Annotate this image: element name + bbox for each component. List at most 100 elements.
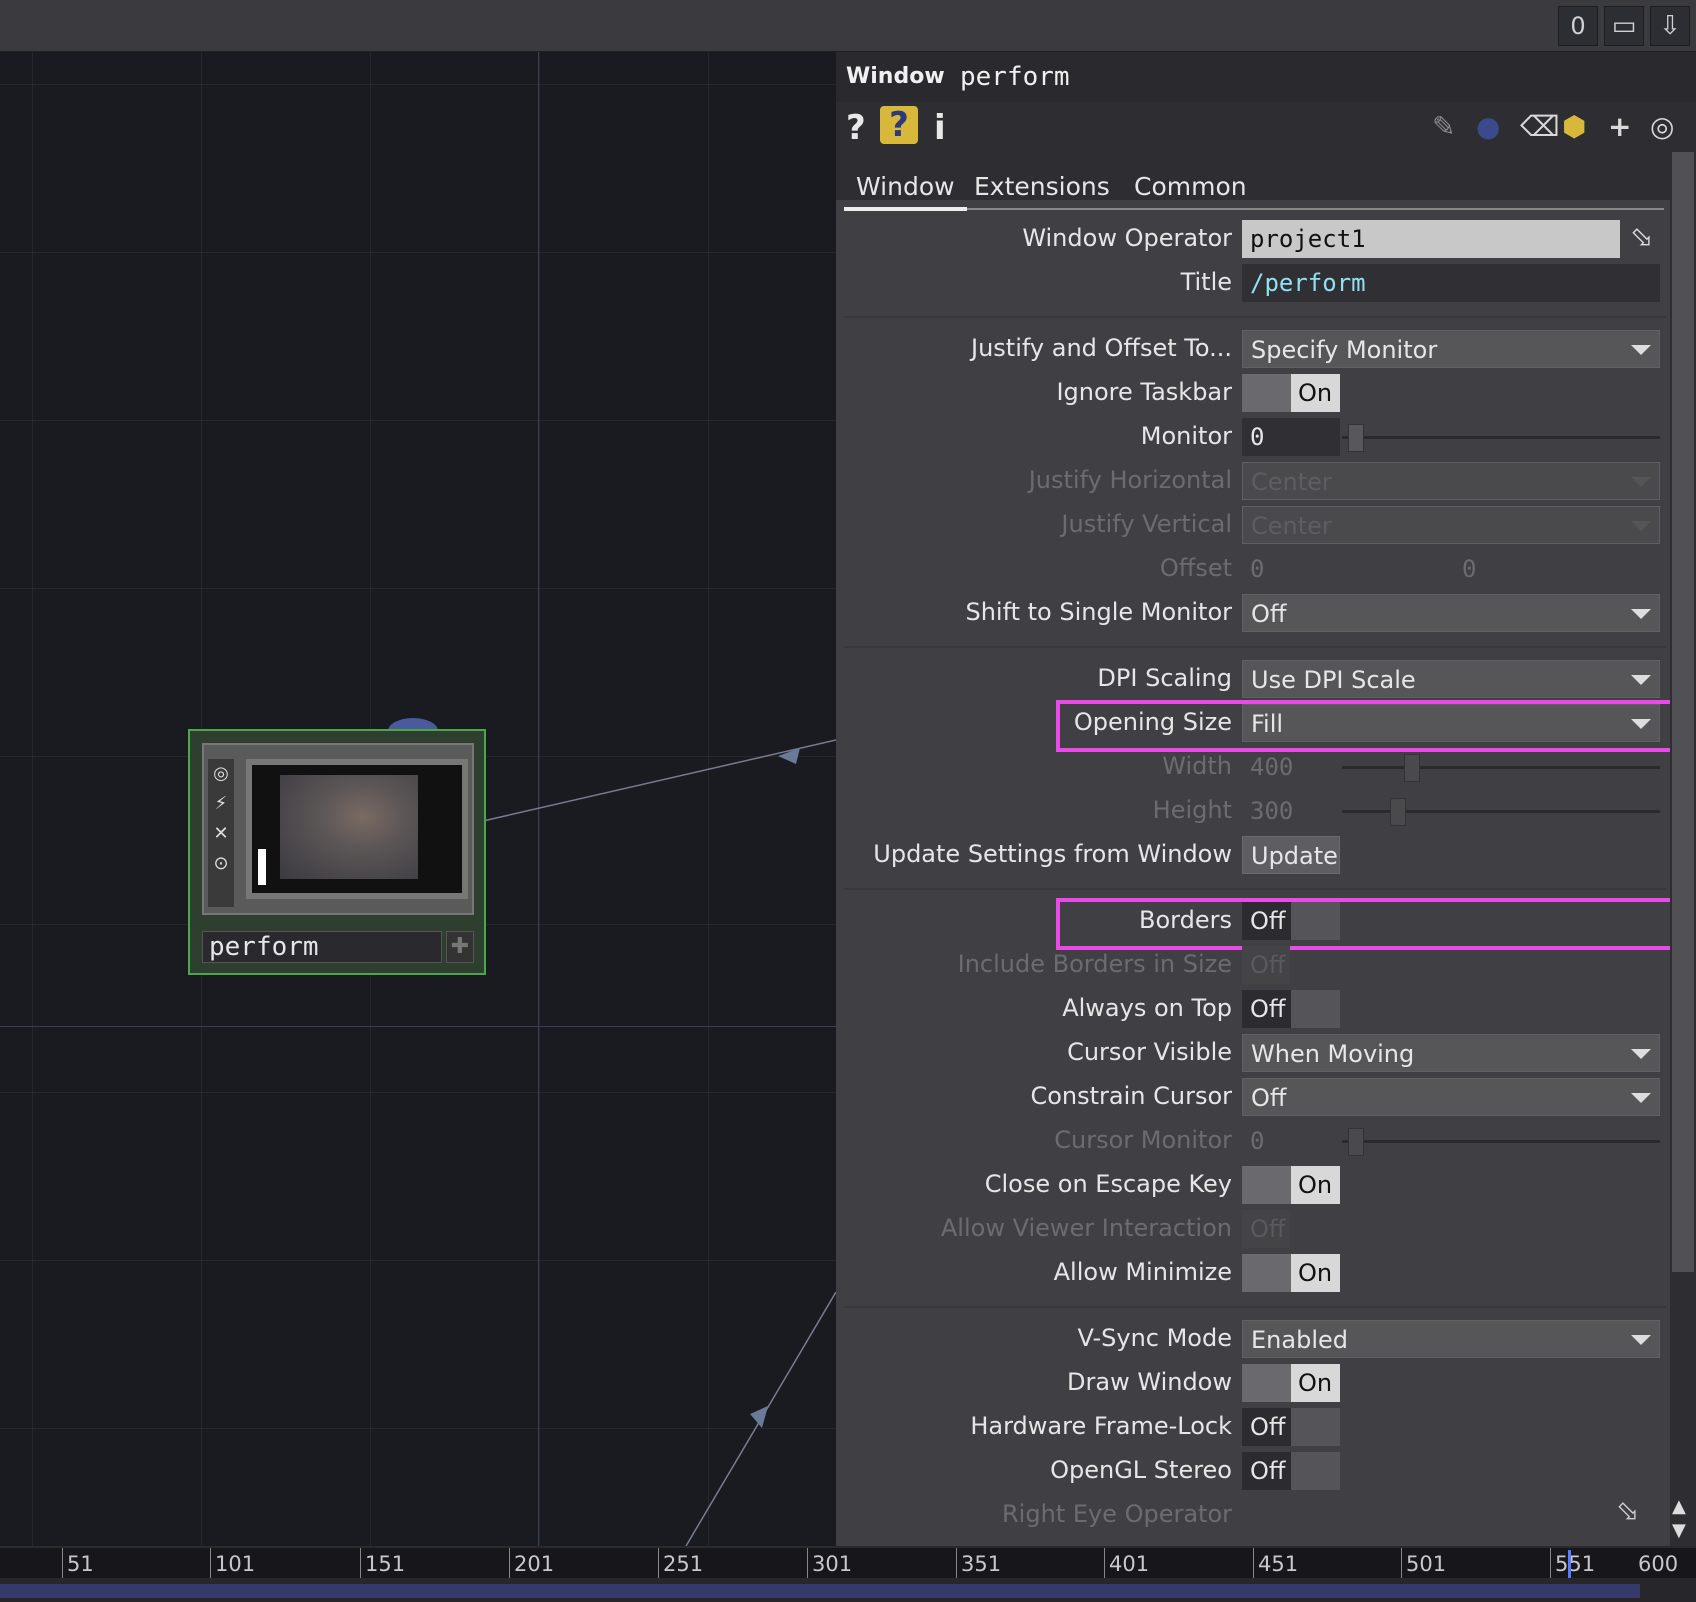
- allow-minimize-toggle[interactable]: On: [1242, 1254, 1340, 1292]
- target-icon[interactable]: ◎: [1650, 110, 1674, 143]
- timeline-ruler[interactable]: 51 101 151 201 251 301 351 401 451 501 5…: [0, 1546, 1696, 1580]
- panel-header: Window perform: [836, 52, 1696, 102]
- param-constrain-cursor: Constrain Cursor Off: [836, 1076, 1666, 1120]
- viewer-flag-icon[interactable]: ◎: [208, 759, 234, 789]
- menu-value: When Moving: [1251, 1040, 1415, 1068]
- node-flags: ◎ ⚡ ✕ ⊙: [208, 759, 234, 907]
- preview-image: [280, 775, 418, 879]
- drop-arrow-icon: ⬂: [1616, 1494, 1640, 1527]
- param-width: Width 400: [836, 746, 1666, 790]
- param-label: Constrain Cursor: [1030, 1082, 1232, 1110]
- param-label: Shift to Single Monitor: [965, 598, 1232, 626]
- toggle-text: Off: [1250, 995, 1286, 1023]
- timeline-tick: 51: [62, 1548, 94, 1580]
- width-slider: [1342, 766, 1660, 769]
- chevron-down-icon: [1631, 609, 1651, 619]
- node-expand-icon[interactable]: ✚: [446, 931, 474, 963]
- node-name-field[interactable]: perform: [202, 931, 442, 963]
- timeline-tick: 101: [210, 1548, 255, 1580]
- range-bar[interactable]: [0, 1578, 1696, 1602]
- always-on-top-toggle[interactable]: Off: [1242, 990, 1340, 1028]
- range-fill[interactable]: [0, 1584, 1640, 1598]
- opengl-stereo-toggle[interactable]: Off: [1242, 1452, 1340, 1490]
- window-operator-field[interactable]: project1: [1242, 220, 1620, 258]
- tab-window[interactable]: Window: [844, 172, 967, 211]
- hw-framelock-toggle[interactable]: Off: [1242, 1408, 1340, 1446]
- constrain-cursor-menu[interactable]: Off: [1242, 1078, 1660, 1116]
- operator-type: Window: [846, 64, 945, 89]
- monitor-field[interactable]: 0: [1242, 418, 1340, 456]
- chevron-down-icon: [1631, 1093, 1651, 1103]
- param-vsync: V-Sync Mode Enabled: [836, 1318, 1666, 1362]
- python-icon[interactable]: ⬢: [1562, 110, 1586, 143]
- param-hw-framelock: Hardware Frame-Lock Off: [836, 1406, 1666, 1450]
- param-title: Title /perform: [836, 262, 1666, 306]
- scrollbar-thumb[interactable]: [1672, 152, 1694, 1272]
- param-label: Cursor Visible: [1067, 1038, 1232, 1066]
- param-dpi-scaling: DPI Scaling Use DPI Scale: [836, 658, 1666, 702]
- param-label: V-Sync Mode: [1077, 1324, 1232, 1352]
- ignore-taskbar-toggle[interactable]: On: [1242, 374, 1340, 412]
- param-draw-window: Draw Window On: [836, 1362, 1666, 1406]
- timeline-tick: 551: [1550, 1548, 1595, 1580]
- clear-flag-icon[interactable]: ✕: [208, 819, 234, 849]
- node-viewer[interactable]: ◎ ⚡ ✕ ⊙: [202, 743, 474, 915]
- param-height: Height 300: [836, 790, 1666, 834]
- add-icon[interactable]: +: [1608, 110, 1631, 143]
- drop-arrow-icon[interactable]: ⬂: [1630, 220, 1653, 253]
- eraser-icon[interactable]: ⌫: [1520, 110, 1560, 143]
- monitor-slider[interactable]: [1342, 436, 1660, 439]
- param-label: Width: [1162, 752, 1232, 780]
- param-allow-viewer: Allow Viewer Interaction Off: [836, 1208, 1666, 1252]
- download-arrow-icon[interactable]: ⇩: [1650, 6, 1690, 46]
- include-borders-toggle: Off: [1242, 946, 1290, 984]
- toggle-text: On: [1298, 1171, 1333, 1199]
- maximize-icon[interactable]: ▭: [1604, 6, 1644, 46]
- tab-extensions[interactable]: Extensions: [974, 172, 1110, 201]
- network-editor[interactable]: ◎ ⚡ ✕ ⊙ perform ✚: [0, 52, 836, 1546]
- toggle-text: On: [1298, 1259, 1333, 1287]
- close-escape-toggle[interactable]: On: [1242, 1166, 1340, 1204]
- toggle-knob: [1242, 1364, 1291, 1402]
- divider: [844, 646, 1666, 648]
- operator-name[interactable]: perform: [960, 62, 1070, 92]
- title-field[interactable]: /perform: [1242, 264, 1660, 302]
- param-update-settings: Update Settings from Window Update: [836, 834, 1666, 878]
- param-label: Hardware Frame-Lock: [970, 1412, 1232, 1440]
- vsync-menu[interactable]: Enabled: [1242, 1320, 1660, 1358]
- param-cursor-monitor: Cursor Monitor 0: [836, 1120, 1666, 1164]
- panel-scrollbar[interactable]: ▲ ▼: [1670, 150, 1696, 1546]
- param-window-operator: Window Operator project1 ⬂: [836, 218, 1666, 262]
- param-label: DPI Scaling: [1097, 664, 1232, 692]
- draw-window-toggle[interactable]: On: [1242, 1364, 1340, 1402]
- python-help-icon[interactable]: ?: [880, 106, 918, 144]
- param-label: Always on Top: [1062, 994, 1232, 1022]
- cursor-visible-menu[interactable]: When Moving: [1242, 1034, 1660, 1072]
- param-label: Allow Minimize: [1053, 1258, 1232, 1286]
- lock-flag-icon[interactable]: ⊙: [208, 849, 234, 879]
- window-comp-node[interactable]: ◎ ⚡ ✕ ⊙ perform ✚: [188, 729, 486, 975]
- cursor-monitor-knob: [1348, 1128, 1364, 1156]
- counter-button[interactable]: 0: [1558, 6, 1598, 46]
- menu-value: Off: [1251, 1084, 1287, 1112]
- pencil-icon[interactable]: ✎: [1432, 110, 1455, 143]
- bypass-flag-icon[interactable]: ⚡: [208, 789, 234, 819]
- menu-value: Enabled: [1251, 1326, 1348, 1354]
- info-icon[interactable]: i: [934, 108, 946, 148]
- param-label: Offset: [1159, 554, 1232, 582]
- shift-single-menu[interactable]: Off: [1242, 594, 1660, 632]
- scroll-down-icon[interactable]: ▼: [1672, 1520, 1686, 1541]
- tab-common[interactable]: Common: [1134, 172, 1247, 201]
- help-icon[interactable]: ?: [846, 108, 866, 148]
- justify-offset-menu[interactable]: Specify Monitor: [1242, 330, 1660, 368]
- dpi-scaling-menu[interactable]: Use DPI Scale: [1242, 660, 1660, 698]
- scroll-up-icon[interactable]: ▲: [1672, 1496, 1686, 1517]
- timeline-playhead[interactable]: [1568, 1550, 1571, 1578]
- update-button[interactable]: Update: [1242, 836, 1340, 874]
- monitor-slider-knob[interactable]: [1348, 424, 1364, 452]
- comment-toggle-icon[interactable]: ●: [1476, 110, 1500, 143]
- timeline-tick: 451: [1253, 1548, 1298, 1580]
- chevron-down-icon: [1631, 1049, 1651, 1059]
- top-bar: 0 ▭ ⇩: [0, 0, 1696, 52]
- chevron-down-icon: [1631, 1335, 1651, 1345]
